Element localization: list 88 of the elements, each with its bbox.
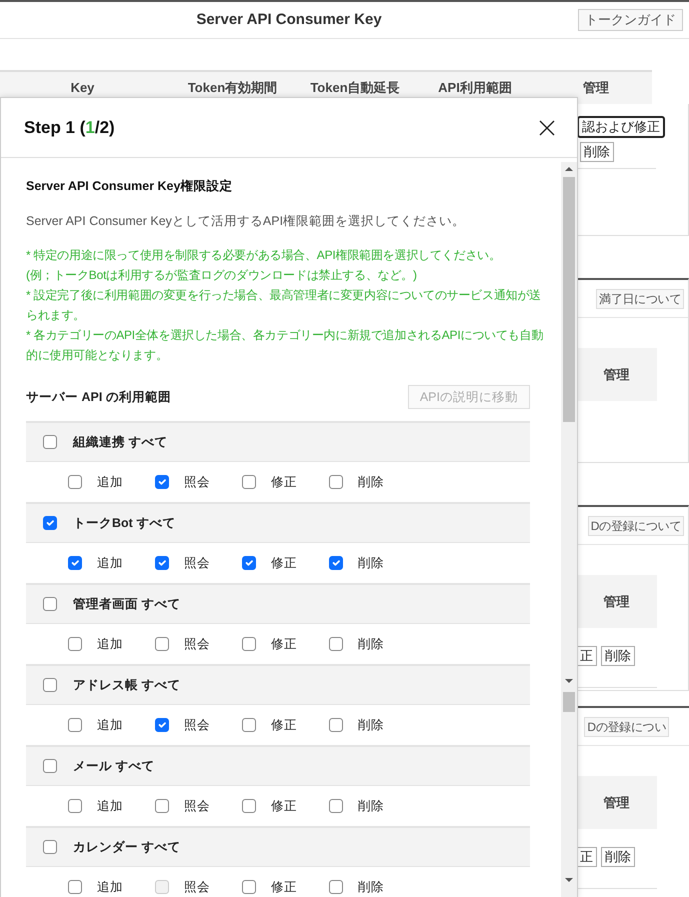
column-header: API利用範囲 [437, 79, 513, 98]
permission-label: 修正 [271, 636, 297, 653]
checkbox[interactable] [155, 637, 169, 652]
column-header: 管理 [576, 348, 657, 401]
column-header: 管理 [576, 776, 657, 829]
description-text: Server API Consumer Keyとして活用するAPI権限範囲を選択してください。 [26, 212, 466, 230]
edit-button[interactable]: 認および修正 [577, 116, 665, 138]
checkbox[interactable] [43, 759, 57, 774]
permission-label: 修正 [271, 878, 297, 896]
checkbox[interactable] [68, 556, 82, 570]
permission-label: 照会 [184, 636, 210, 653]
category-label: トークBot すべて [73, 514, 176, 532]
checkbox[interactable] [68, 799, 82, 814]
checkbox[interactable] [68, 880, 82, 894]
info-button[interactable]: 満了日について [596, 288, 684, 308]
category-label: メール すべて [73, 758, 154, 775]
checkbox[interactable] [329, 475, 343, 490]
scrollbar[interactable] [561, 162, 577, 897]
delete-button[interactable]: 削除 [601, 646, 635, 666]
checkbox[interactable] [242, 475, 256, 490]
checkbox[interactable] [68, 475, 82, 490]
permission-label: 追加 [97, 636, 123, 653]
permission-label: 照会 [184, 798, 210, 815]
permission-label: 削除 [358, 798, 384, 815]
step-title: Step 1 (1/2) [24, 116, 115, 139]
column-header: 管理 [576, 575, 657, 628]
checkbox[interactable] [68, 637, 82, 652]
checkbox[interactable] [43, 597, 57, 612]
permission-label: 追加 [97, 878, 123, 896]
guide-button[interactable]: トークンガイド [578, 9, 683, 31]
checkbox[interactable] [329, 880, 343, 894]
column-header: Token有効期間 [186, 79, 278, 98]
column-header: Token自動延長 [309, 79, 401, 98]
checkbox[interactable] [68, 718, 82, 732]
page-title: Server API Consumer Key [195, 10, 383, 30]
info-button[interactable]: Dの登録について [588, 516, 684, 536]
permission-label: 追加 [97, 798, 123, 815]
permission-label: 修正 [271, 716, 297, 734]
checkbox[interactable] [155, 475, 169, 490]
permission-label: 修正 [271, 798, 297, 815]
permission-label: 修正 [271, 474, 297, 491]
checkbox[interactable] [329, 799, 343, 814]
permission-label: 照会 [184, 878, 210, 896]
checkbox[interactable] [329, 637, 343, 652]
checkbox[interactable] [242, 556, 256, 570]
category-label: アドレス帳 すべて [73, 676, 180, 694]
checkbox[interactable] [155, 799, 169, 814]
checkbox[interactable] [43, 678, 57, 692]
checkbox[interactable] [43, 840, 57, 854]
note-text: (例；トークBotは利用するが監査ログのダウンロードは禁止する、など。) [26, 266, 418, 284]
permission-label: 削除 [358, 554, 384, 572]
column-header: 管理 [582, 79, 610, 98]
section-heading: Server API Consumer Key権限設定 [26, 178, 234, 195]
permission-label: 削除 [358, 636, 384, 653]
checkbox[interactable] [43, 516, 57, 530]
checkbox[interactable] [242, 718, 256, 732]
permission-label: 削除 [358, 716, 384, 734]
edit-button[interactable]: 正 [576, 847, 597, 867]
note-text: * 各カテゴリーのAPI全体を選択した場合、各カテゴリー内に新規で追加されるAPIについても自動的に使用可能となります。 [26, 326, 544, 364]
permission-label: 照会 [184, 716, 210, 734]
permission-label: 修正 [271, 554, 297, 572]
checkbox[interactable] [242, 880, 256, 894]
permission-label: 照会 [184, 474, 210, 491]
edit-button[interactable]: 正 [576, 646, 597, 666]
category-label: 組織連携 すべて [73, 434, 168, 451]
checkbox[interactable] [242, 637, 256, 652]
category-label: 管理者画面 すべて [73, 596, 180, 613]
column-header: Key [70, 79, 96, 98]
category-label: カレンダー すべて [73, 838, 180, 856]
permission-label: 削除 [358, 878, 384, 896]
permission-label: 追加 [97, 554, 123, 572]
checkbox[interactable] [242, 799, 256, 814]
permission-label: 照会 [184, 554, 210, 572]
checkbox[interactable] [329, 718, 343, 732]
close-button[interactable] [539, 120, 555, 136]
permission-label: 追加 [97, 474, 123, 491]
permission-label: 追加 [97, 716, 123, 734]
section-heading: サーバー API の利用範囲 [26, 388, 171, 406]
delete-button[interactable]: 削除 [580, 142, 614, 162]
info-button[interactable]: Dの登録につい [584, 716, 669, 736]
note-text: * 特定の用途に限って使用を制限する必要がある場合、API権限範囲を選択してください。 [26, 246, 502, 264]
checkbox[interactable] [155, 556, 169, 570]
delete-button[interactable]: 削除 [601, 847, 635, 867]
checkbox[interactable] [155, 718, 169, 732]
note-text: * 設定完了後に利用範囲の変更を行った場合、最高管理者に変更内容についてのサービス通知が送られます。 [26, 286, 542, 324]
checkbox[interactable] [43, 435, 57, 450]
permission-label: 削除 [358, 474, 384, 491]
checkbox[interactable] [329, 556, 343, 570]
